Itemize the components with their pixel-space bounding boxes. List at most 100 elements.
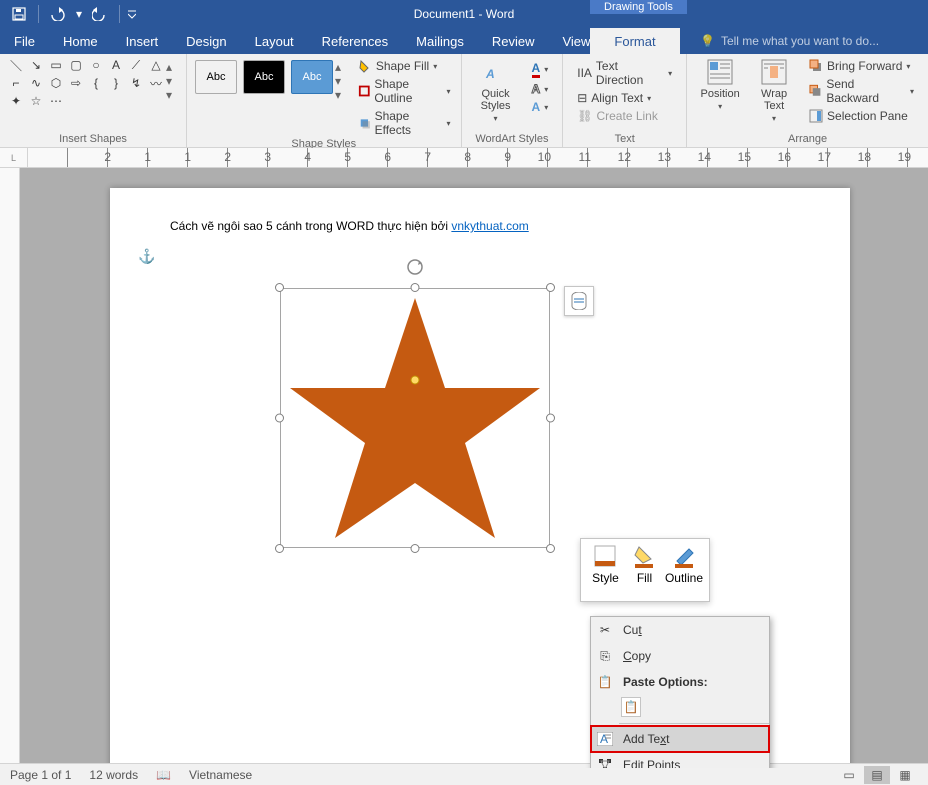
tab-references[interactable]: References	[308, 28, 402, 54]
contextual-tab-group: Drawing Tools	[590, 0, 687, 14]
align-text-icon: ⊟	[577, 91, 587, 105]
mini-fill-button[interactable]: Fill	[626, 543, 663, 597]
page-indicator[interactable]: Page 1 of 1	[10, 768, 71, 782]
freeform-icon[interactable]: ⟋	[128, 58, 144, 72]
anchor-icon: ⚓	[138, 248, 155, 265]
shape-effects-dropdown[interactable]: Shape Effects▾	[354, 108, 455, 138]
tab-file[interactable]: File	[0, 28, 49, 54]
resize-handle-t[interactable]	[411, 283, 420, 292]
language-indicator[interactable]: Vietnamese	[189, 768, 252, 782]
shape-fill-dropdown[interactable]: Shape Fill▾	[354, 58, 455, 74]
menu-cut[interactable]: ✂Cut	[591, 617, 769, 643]
quick-styles-button[interactable]: A Quick Styles▾	[468, 56, 524, 125]
mini-style-button[interactable]: Style	[587, 543, 624, 597]
paste-icon: 📋	[595, 672, 615, 692]
cut-icon: ✂	[595, 620, 615, 640]
rotation-handle[interactable]	[406, 258, 424, 276]
label: Shape Outline	[374, 77, 442, 105]
horizontal-ruler[interactable]: L 21 123 456 789 101112 131415 161718 19	[0, 148, 928, 168]
label: Create Link	[596, 109, 657, 123]
tab-layout[interactable]: Layout	[241, 28, 308, 54]
elbow-icon[interactable]: ⌐	[8, 76, 24, 90]
rect-icon[interactable]: ▭	[48, 58, 64, 72]
curve-icon[interactable]: ∿	[28, 76, 44, 90]
resize-handle-b[interactable]	[411, 544, 420, 553]
menu-add-text[interactable]: AAdd Text	[591, 726, 769, 752]
resize-handle-bl[interactable]	[275, 544, 284, 553]
style-preset-1[interactable]: Abc	[195, 60, 237, 94]
textbox-icon[interactable]: A	[108, 58, 124, 72]
resize-handle-tr[interactable]	[546, 283, 555, 292]
resize-handle-tl[interactable]	[275, 283, 284, 292]
ruler-corner: L	[0, 148, 28, 167]
text-fill-dropdown[interactable]: A▾	[528, 60, 553, 79]
style-preset-2[interactable]: Abc	[243, 60, 285, 94]
tell-me-search[interactable]: 💡 Tell me what you want to do...	[700, 28, 879, 54]
shape-outline-dropdown[interactable]: Shape Outline▾	[354, 76, 455, 106]
paste-picture-button[interactable]: 📋	[621, 697, 641, 717]
document-text[interactable]: Cách vẽ ngôi sao 5 cánh trong WORD thực …	[170, 218, 790, 235]
hexagon-icon[interactable]: ⬡	[48, 76, 64, 90]
more-shapes-icon[interactable]: ⋯	[48, 94, 64, 108]
tab-design[interactable]: Design	[172, 28, 240, 54]
label: Shape Fill	[376, 59, 429, 73]
resize-handle-r[interactable]	[546, 414, 555, 423]
mini-outline-button[interactable]: Outline	[665, 543, 703, 597]
tab-mailings[interactable]: Mailings	[402, 28, 478, 54]
web-layout-button[interactable]: ▦	[892, 766, 918, 784]
undo-dropdown[interactable]: ▾	[73, 2, 85, 26]
shapes-gallery-expand[interactable]: ▴▾▾	[166, 56, 180, 106]
star4-icon[interactable]: ✦	[8, 94, 24, 108]
menu-copy[interactable]: ⎘Copy	[591, 643, 769, 669]
shapes-gallery[interactable]: ＼ ↘ ▭ ▢ ○ A ⟋ △ ⌐ ∿ ⬡ ⇨ { } ↯ 〰 ✦ ☆ ⋯	[6, 56, 166, 110]
align-text-dropdown[interactable]: ⊟Align Text▾	[573, 90, 676, 106]
text-effects-dropdown[interactable]: A▾	[528, 99, 553, 115]
selected-shape[interactable]	[280, 288, 550, 548]
print-layout-button[interactable]: ▤	[864, 766, 890, 784]
read-mode-button[interactable]: ▭	[836, 766, 862, 784]
group-label: WordArt Styles	[468, 133, 557, 147]
status-bar: Page 1 of 1 12 words 📖 Vietnamese ▭ ▤ ▦	[0, 763, 928, 785]
hyperlink[interactable]: vnkythuat.com	[451, 219, 528, 233]
document-area[interactable]: Cách vẽ ngôi sao 5 cánh trong WORD thực …	[20, 168, 928, 768]
brace-r-icon[interactable]: }	[108, 76, 124, 90]
qat-customize[interactable]	[126, 2, 138, 26]
star5-icon[interactable]: ☆	[28, 94, 44, 108]
style-preset-3[interactable]: Abc	[291, 60, 333, 94]
tab-format[interactable]: Format	[590, 28, 680, 54]
oval-icon[interactable]: ○	[88, 58, 104, 72]
resize-handle-l[interactable]	[275, 414, 284, 423]
layout-options-button[interactable]	[564, 286, 594, 316]
link-icon: ⛓	[577, 109, 592, 123]
word-count[interactable]: 12 words	[89, 768, 138, 782]
label: Position	[701, 88, 740, 100]
shape-style-gallery[interactable]: Abc Abc Abc	[193, 56, 335, 98]
wrap-text-button[interactable]: Wrap Text▾	[747, 56, 801, 125]
save-button[interactable]	[6, 2, 32, 26]
vertical-ruler[interactable]	[0, 168, 20, 768]
redo-button[interactable]	[87, 2, 113, 26]
brace-icon[interactable]: {	[88, 76, 104, 90]
arrow-right-icon[interactable]: ⇨	[68, 76, 84, 90]
style-gallery-expand[interactable]: ▴▾▾	[335, 56, 348, 106]
resize-handle-br[interactable]	[546, 544, 555, 553]
menu-paste-options: 📋Paste Options:	[591, 669, 769, 695]
connector-icon[interactable]: ↯	[128, 76, 144, 90]
arrow-icon[interactable]: ↘	[28, 58, 44, 72]
selection-pane-button[interactable]: Selection Pane	[805, 108, 918, 124]
tab-insert[interactable]: Insert	[112, 28, 173, 54]
position-button[interactable]: Position▾	[693, 56, 747, 113]
send-backward-dropdown[interactable]: Send Backward▾	[805, 76, 918, 106]
undo-button[interactable]	[45, 2, 71, 26]
text-outline-dropdown[interactable]: A▾	[528, 81, 553, 97]
tab-home[interactable]: Home	[49, 28, 112, 54]
triangle-icon[interactable]: △	[148, 58, 164, 72]
scribble-icon[interactable]: 〰	[148, 76, 164, 90]
menu-edit-points[interactable]: Edit Points	[591, 752, 769, 768]
text-direction-dropdown[interactable]: IIAText Direction▾	[573, 58, 676, 88]
line-icon[interactable]: ＼	[8, 58, 24, 72]
bring-forward-dropdown[interactable]: Bring Forward▾	[805, 58, 918, 74]
proofing-icon[interactable]: 📖	[156, 768, 171, 782]
tab-review[interactable]: Review	[478, 28, 549, 54]
rounded-rect-icon[interactable]: ▢	[68, 58, 84, 72]
